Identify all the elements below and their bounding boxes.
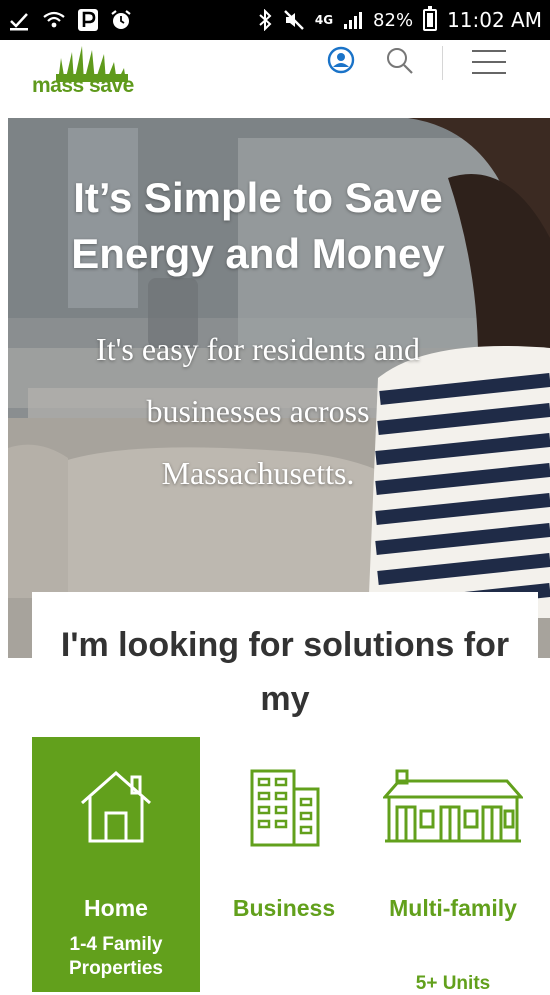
menu-button[interactable] bbox=[472, 48, 506, 81]
network-type: 4G bbox=[314, 13, 334, 27]
option-home-label: Home bbox=[84, 895, 148, 921]
mass-save-logo[interactable]: mass save bbox=[32, 44, 162, 108]
solutions-card: I'm looking for solutions for my Home 1-… bbox=[32, 592, 538, 994]
signal-icon bbox=[343, 10, 363, 30]
site-header: mass save bbox=[0, 40, 550, 118]
status-bar: 4G 82% 11:02 AM bbox=[0, 0, 550, 40]
status-right: 4G 82% 11:02 AM bbox=[257, 6, 542, 32]
account-icon bbox=[327, 46, 355, 74]
hero-banner: It’s Simple to Save Energy and Money It'… bbox=[8, 118, 550, 658]
header-divider bbox=[442, 46, 443, 80]
clock: 11:02 AM bbox=[447, 8, 542, 32]
hero-title: It’s Simple to Save Energy and Money bbox=[71, 174, 445, 277]
multifamily-icon bbox=[381, 767, 525, 852]
menu-icon bbox=[472, 50, 506, 74]
bluetooth-icon bbox=[257, 9, 273, 31]
alarm-icon bbox=[110, 9, 132, 31]
option-business-label: Business bbox=[232, 895, 336, 921]
wifi-icon bbox=[42, 10, 66, 30]
option-home[interactable]: Home 1-4 Family Properties bbox=[32, 737, 200, 992]
search-button[interactable] bbox=[385, 46, 415, 81]
house-icon bbox=[76, 767, 156, 852]
battery-icon bbox=[423, 6, 438, 31]
building-icon bbox=[244, 767, 324, 852]
logo-text: mass save bbox=[32, 74, 134, 97]
account-button[interactable] bbox=[327, 46, 355, 79]
option-multifamily[interactable]: Multi-family 5+ Units bbox=[368, 737, 538, 994]
option-home-sublabel: 1-4 Family Properties bbox=[69, 934, 163, 979]
download-complete-icon bbox=[8, 9, 30, 31]
parking-icon bbox=[78, 9, 98, 31]
hero-subtitle: It's easy for residents and businesses a… bbox=[96, 331, 420, 491]
search-icon bbox=[387, 48, 413, 74]
option-multifamily-label: Multi-family bbox=[389, 895, 517, 921]
solutions-title: I'm looking for solutions for my bbox=[60, 626, 510, 718]
mute-icon bbox=[283, 9, 305, 31]
option-business[interactable]: Business bbox=[200, 737, 368, 992]
battery-percent: 82% bbox=[373, 9, 414, 31]
status-left bbox=[8, 9, 132, 31]
option-multifamily-sublabel: 5+ Units bbox=[415, 973, 491, 994]
